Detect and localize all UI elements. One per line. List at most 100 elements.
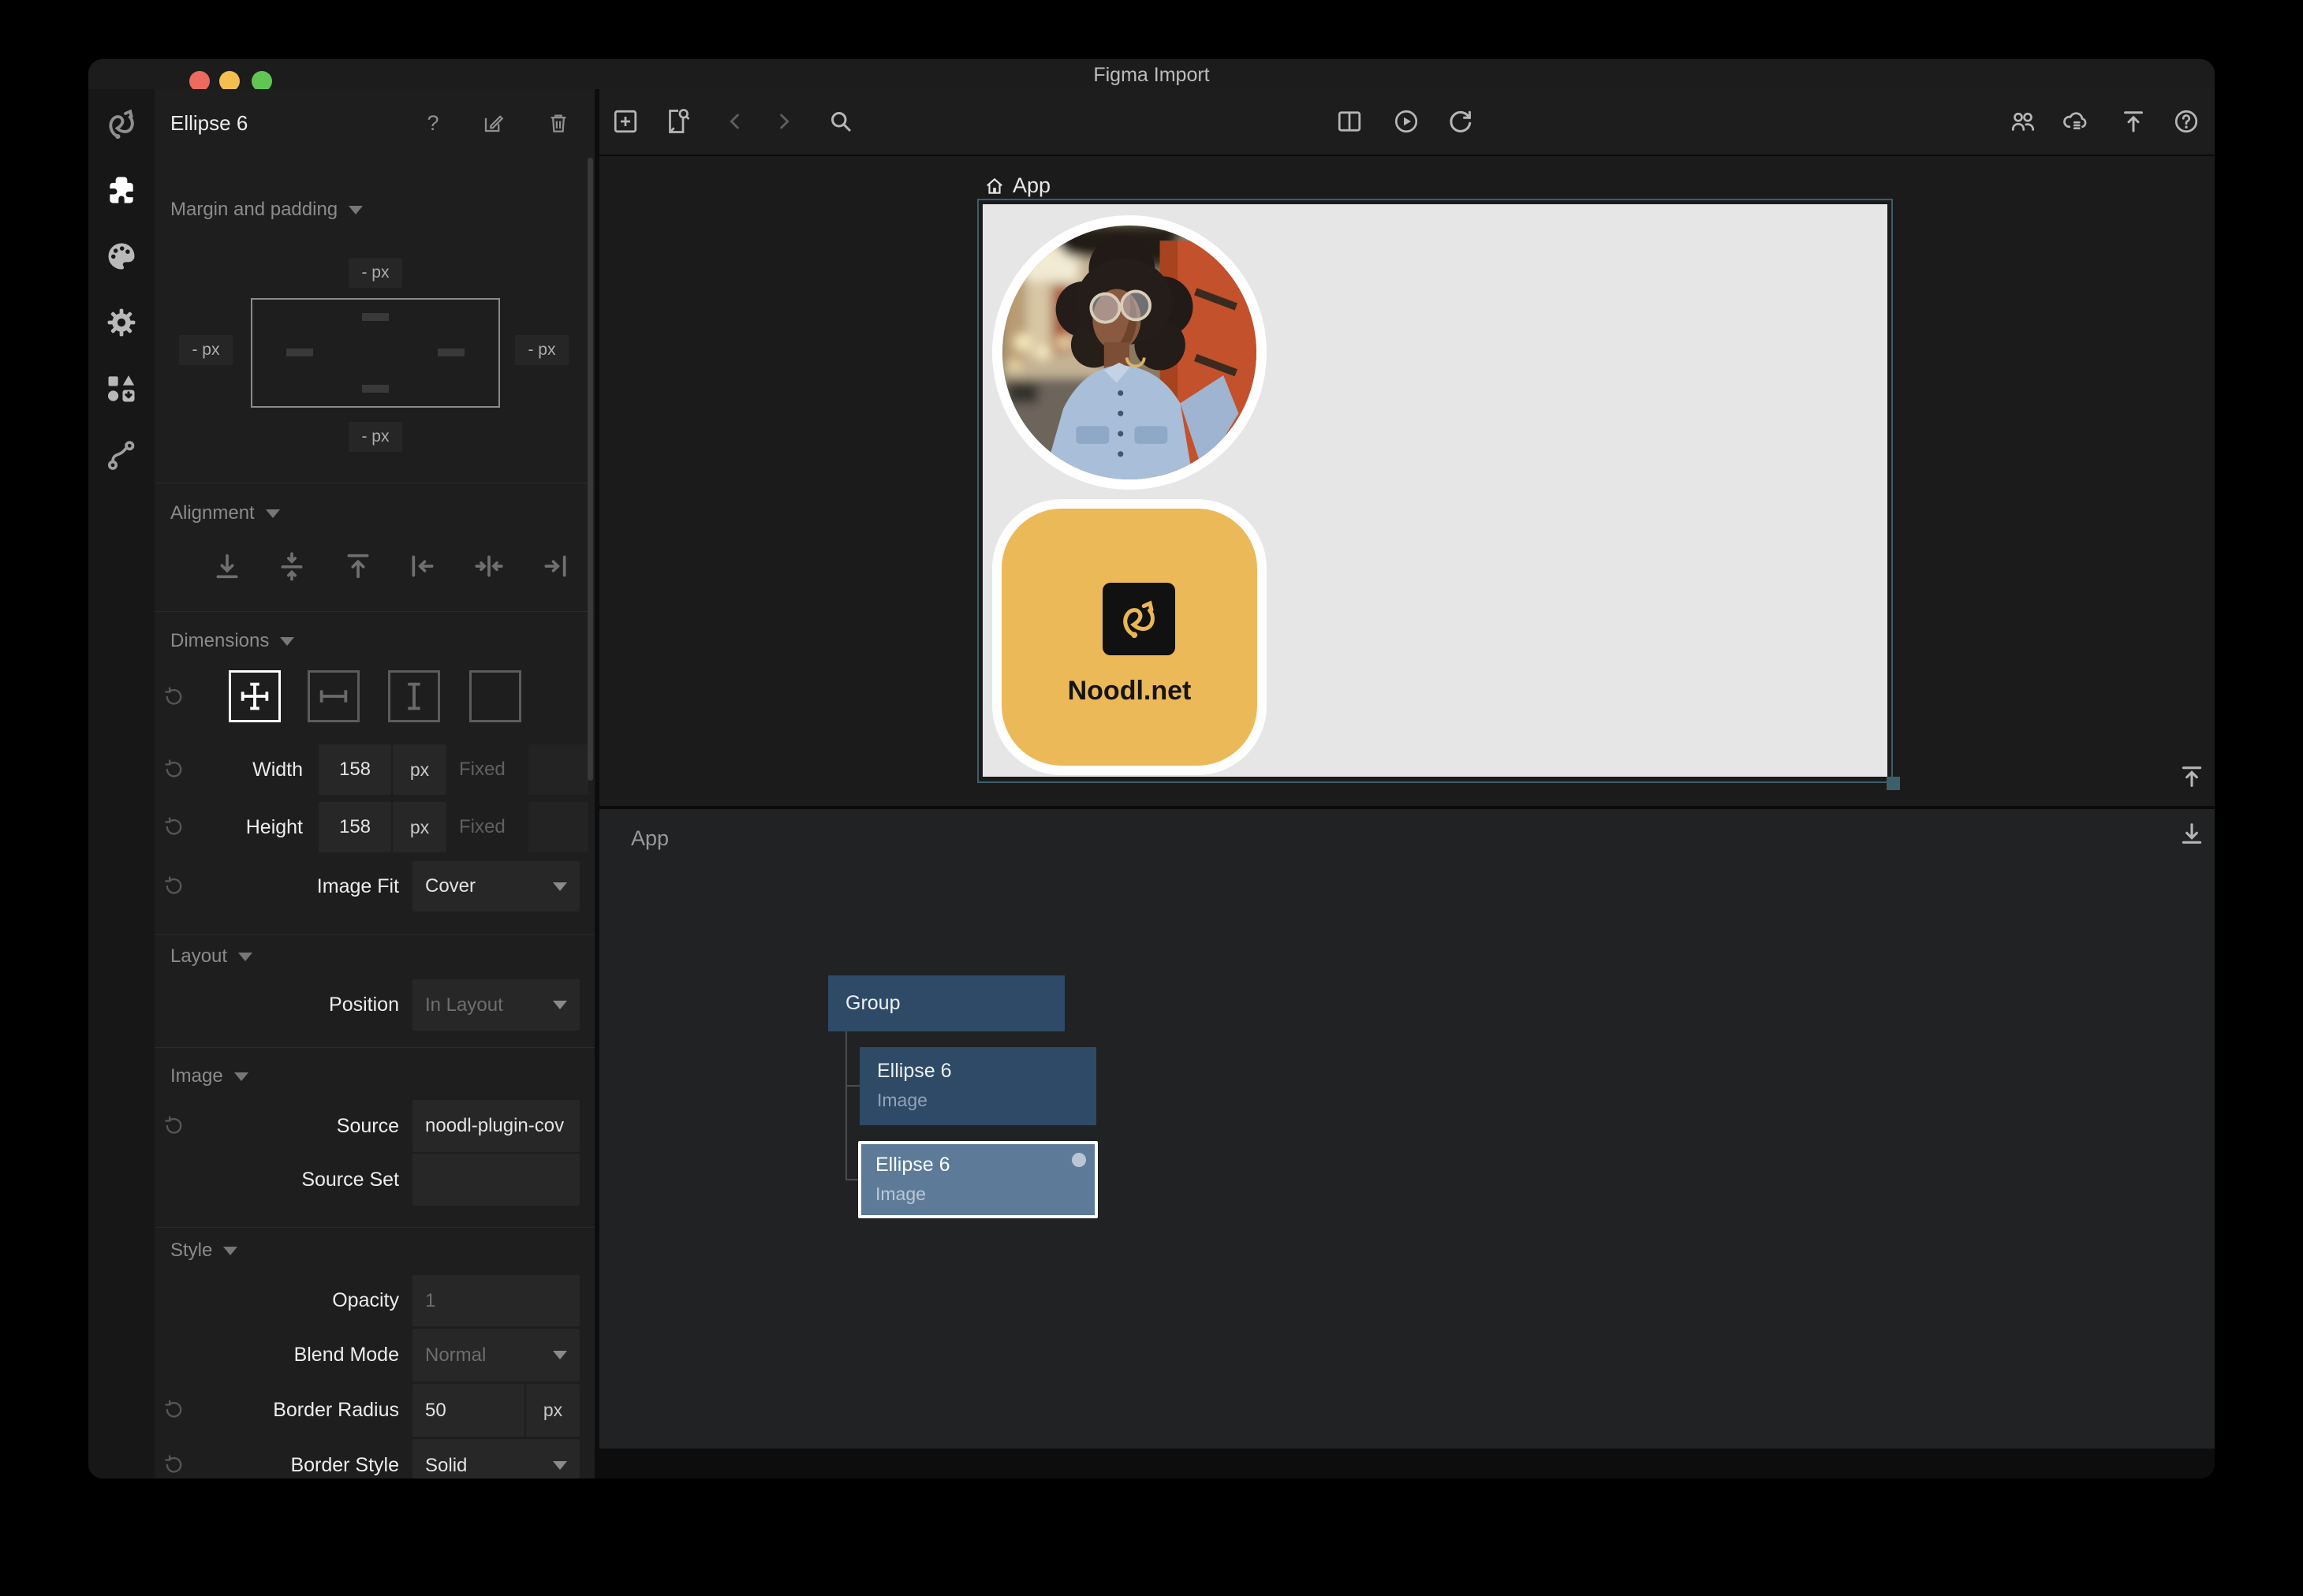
align-right-icon[interactable] bbox=[539, 550, 571, 582]
border-radius-unit[interactable]: px bbox=[526, 1384, 580, 1437]
components-icon[interactable] bbox=[88, 356, 155, 422]
section-layout[interactable]: Layout bbox=[170, 945, 252, 968]
padding-top-field[interactable] bbox=[362, 313, 389, 321]
search-icon[interactable] bbox=[827, 107, 855, 136]
padding-right-field[interactable] bbox=[438, 349, 465, 356]
border-radius-input[interactable]: 50 bbox=[412, 1384, 524, 1437]
section-alignment[interactable]: Alignment bbox=[170, 502, 280, 525]
back-icon[interactable] bbox=[721, 107, 749, 136]
version-control-icon[interactable] bbox=[88, 422, 155, 488]
section-style[interactable]: Style bbox=[170, 1239, 237, 1262]
align-horizontal-center-icon[interactable] bbox=[473, 550, 505, 582]
align-top-icon[interactable] bbox=[342, 550, 374, 582]
node-editor[interactable]: App Group Ellipse 6 Image Ellipse 6 Imag… bbox=[599, 809, 2215, 1449]
selected-node-title: Ellipse 6 bbox=[170, 111, 328, 136]
align-left-icon[interactable] bbox=[407, 550, 439, 582]
image-fit-label: Image Fit bbox=[155, 860, 399, 913]
profile-photo-ellipse[interactable] bbox=[992, 215, 1267, 490]
cloud-sync-icon[interactable] bbox=[2061, 107, 2089, 136]
canvas-toolbar bbox=[599, 89, 2215, 156]
node-group[interactable]: Group bbox=[828, 975, 1065, 1031]
tree-connector bbox=[845, 1031, 847, 1180]
blend-mode-dropdown[interactable]: Normal bbox=[412, 1329, 580, 1382]
section-dimensions[interactable]: Dimensions bbox=[170, 629, 294, 653]
margin-right-field[interactable]: - px bbox=[515, 335, 569, 365]
width-unit[interactable]: px bbox=[393, 744, 446, 795]
tree-connector bbox=[845, 1085, 860, 1087]
width-label: Width bbox=[155, 743, 303, 796]
forward-icon[interactable] bbox=[770, 107, 798, 136]
height-label: Height bbox=[155, 800, 303, 854]
source-label: Source bbox=[155, 1100, 399, 1152]
help-icon[interactable]: ? bbox=[421, 111, 445, 138]
help-icon[interactable] bbox=[2172, 107, 2200, 136]
home-icon bbox=[984, 176, 1005, 196]
source-input[interactable]: noodl-plugin-cov bbox=[412, 1100, 580, 1152]
width-mode-label: Fixed bbox=[459, 743, 506, 796]
figma-import-window: Figma Import bbox=[88, 59, 2215, 1479]
align-bottom-icon[interactable] bbox=[211, 550, 243, 582]
collapse-up-icon[interactable] bbox=[2177, 763, 2207, 790]
refresh-icon[interactable] bbox=[1446, 107, 1475, 136]
panel-scrollbar[interactable] bbox=[588, 158, 593, 781]
node-ellipse6-selected[interactable]: Ellipse 6 Image bbox=[858, 1141, 1098, 1218]
collapse-down-icon[interactable] bbox=[2177, 820, 2207, 847]
section-image[interactable]: Image bbox=[170, 1065, 248, 1088]
margin-left-field[interactable]: - px bbox=[179, 335, 233, 365]
chevron-down-icon bbox=[349, 206, 363, 214]
margin-bottom-field[interactable]: - px bbox=[349, 422, 402, 452]
chevron-down-icon bbox=[280, 637, 294, 646]
reset-icon[interactable] bbox=[163, 687, 184, 707]
window-title: Figma Import bbox=[88, 59, 2215, 89]
edit-icon[interactable] bbox=[482, 111, 506, 135]
size-mode-content-button[interactable] bbox=[469, 670, 521, 722]
chevron-down-icon bbox=[553, 1351, 567, 1359]
noodl-logo-icon bbox=[1116, 596, 1162, 642]
size-mode-width-button[interactable] bbox=[308, 670, 360, 722]
position-dropdown[interactable]: In Layout bbox=[412, 979, 580, 1031]
padding-left-field[interactable] bbox=[286, 349, 313, 356]
play-icon[interactable] bbox=[1392, 107, 1420, 136]
height-unit[interactable]: px bbox=[393, 802, 446, 852]
section-margin-padding[interactable]: Margin and padding bbox=[170, 198, 363, 222]
deploy-upload-icon[interactable] bbox=[2119, 107, 2148, 136]
collaborators-icon[interactable] bbox=[2009, 107, 2037, 136]
width-extra-field[interactable] bbox=[528, 744, 588, 795]
border-radius-label: Border Radius bbox=[155, 1384, 399, 1437]
resize-handle[interactable] bbox=[1887, 777, 1900, 790]
source-set-label: Source Set bbox=[155, 1154, 399, 1206]
size-mode-height-button[interactable] bbox=[388, 670, 440, 722]
add-node-icon[interactable] bbox=[611, 107, 640, 136]
padding-bottom-field[interactable] bbox=[362, 385, 389, 393]
component-search-icon[interactable] bbox=[664, 107, 692, 136]
delete-trash-icon[interactable] bbox=[547, 111, 570, 135]
connection-dot[interactable] bbox=[1072, 1153, 1086, 1167]
app-preview[interactable]: Noodl.net bbox=[983, 204, 1887, 777]
node-ellipse6[interactable]: Ellipse 6 Image bbox=[860, 1047, 1096, 1125]
chevron-down-icon bbox=[553, 1461, 567, 1470]
margin-top-field[interactable]: - px bbox=[349, 258, 402, 288]
source-set-input[interactable] bbox=[412, 1154, 580, 1206]
opacity-label: Opacity bbox=[155, 1275, 399, 1326]
border-style-dropdown[interactable]: Solid bbox=[412, 1439, 580, 1479]
preview-viewer: App bbox=[599, 156, 2215, 806]
styles-palette-icon[interactable] bbox=[88, 223, 155, 289]
split-view-icon[interactable] bbox=[1335, 107, 1364, 136]
align-vertical-center-icon[interactable] bbox=[276, 550, 308, 582]
noodl-logo-badge bbox=[1103, 583, 1175, 655]
height-input[interactable]: 158 bbox=[319, 802, 391, 852]
chevron-down-icon bbox=[553, 882, 567, 891]
image-fit-dropdown[interactable]: Cover bbox=[412, 861, 580, 912]
noodl-logo-icon[interactable] bbox=[88, 91, 155, 157]
size-mode-both-button[interactable] bbox=[229, 670, 281, 722]
breadcrumb[interactable]: App bbox=[984, 173, 1051, 198]
height-extra-field[interactable] bbox=[528, 802, 588, 852]
titlebar: Figma Import bbox=[88, 59, 2215, 89]
border-style-label: Border Style bbox=[155, 1439, 399, 1479]
settings-gear-icon[interactable] bbox=[88, 289, 155, 356]
opacity-input[interactable]: 1 bbox=[412, 1275, 580, 1326]
width-input[interactable]: 158 bbox=[319, 744, 391, 795]
noodl-card-ellipse[interactable]: Noodl.net bbox=[992, 499, 1267, 775]
plugins-puzzle-icon[interactable] bbox=[88, 157, 155, 223]
height-mode-label: Fixed bbox=[459, 800, 506, 854]
